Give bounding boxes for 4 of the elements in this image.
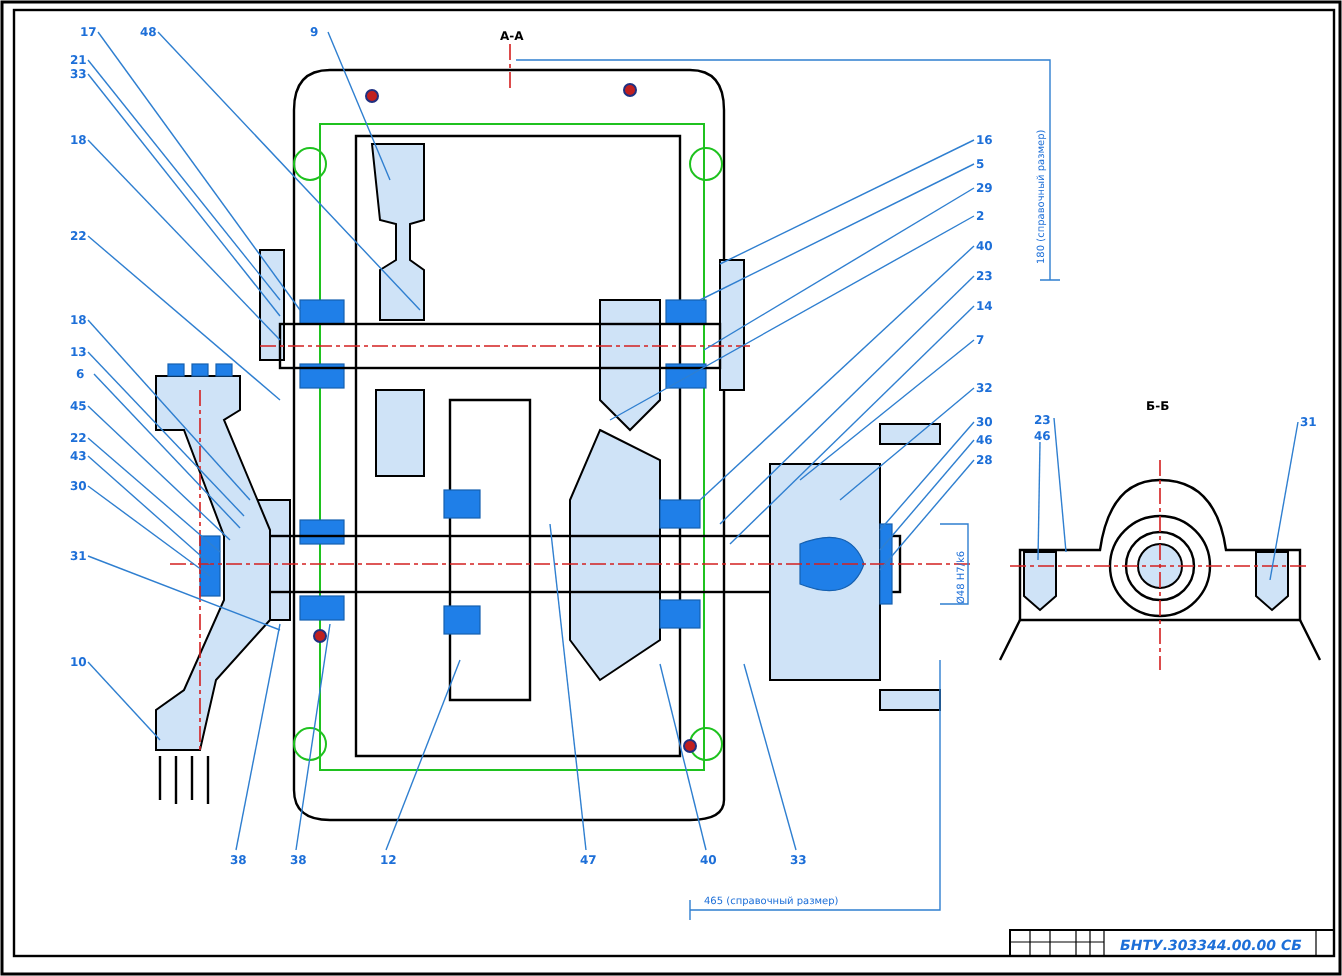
leader-line <box>87 661 161 741</box>
leader-line <box>1053 417 1067 553</box>
dimension-line <box>939 523 969 605</box>
leader-line <box>1037 441 1041 561</box>
